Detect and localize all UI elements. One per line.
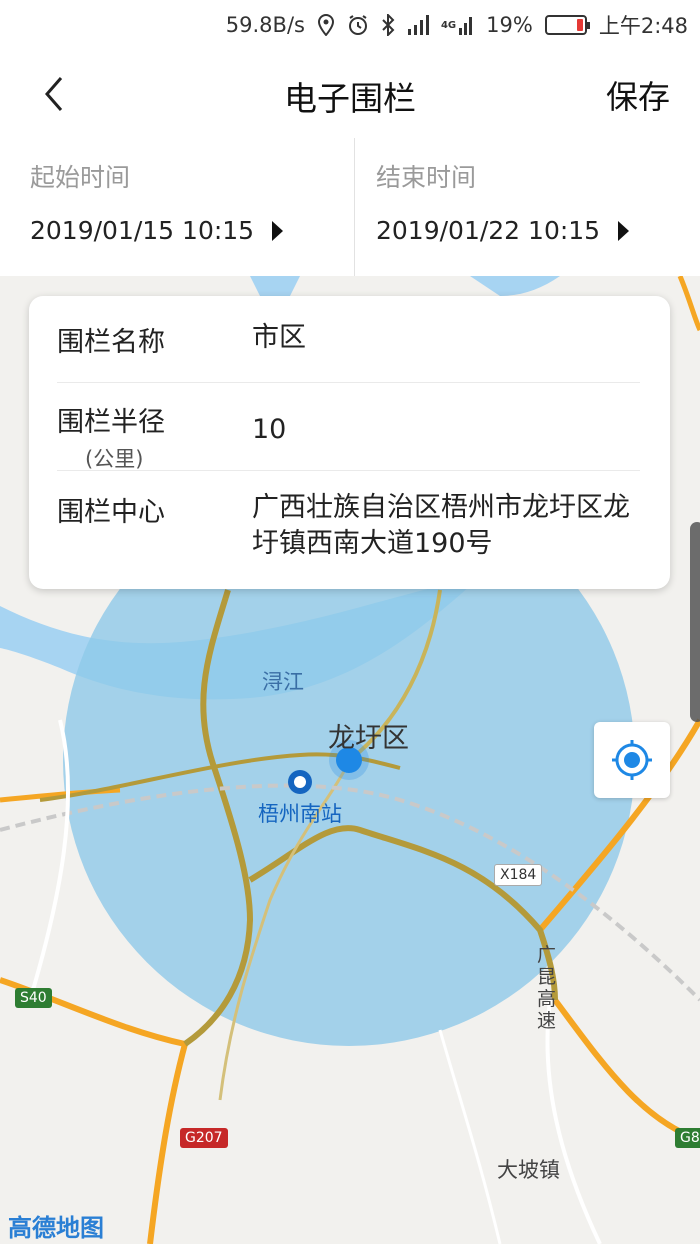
fence-radius-unit: (公里): [85, 447, 144, 471]
fence-center-value[interactable]: 广西壮族自治区梧州市龙圩区龙圩镇西南大道190号: [252, 490, 640, 562]
time-range: 起始时间 2019/01/15 10:15 结束时间 2019/01/22 10…: [0, 138, 700, 276]
river-label: 浔江: [262, 670, 304, 694]
alarm-icon: [347, 14, 369, 36]
road-badge-g8: G8: [675, 1128, 700, 1148]
fence-radius-label-block: 围栏半径 (公里): [57, 400, 252, 473]
fence-radius-label: 围栏半径: [57, 407, 165, 438]
start-time-value-row[interactable]: 2019/01/15 10:15: [30, 216, 354, 245]
locate-target-icon: [612, 740, 652, 780]
clock: 上午2:48: [598, 14, 688, 38]
start-time-label: 起始时间: [30, 163, 131, 192]
bluetooth-icon: [381, 14, 395, 36]
district-label: 龙圩区: [328, 723, 409, 754]
net-speed: 59.8B/s: [225, 13, 305, 37]
divider: [57, 382, 640, 383]
save-button[interactable]: 保存: [606, 72, 670, 118]
fence-center-row[interactable]: 围栏中心 广西壮族自治区梧州市龙圩区龙圩镇西南大道190号: [57, 490, 640, 562]
river-upper-right: [470, 276, 560, 296]
fence-name-value[interactable]: 市区: [252, 320, 640, 359]
signal-4g-label: 4G: [440, 19, 457, 31]
end-time-value-row[interactable]: 2019/01/22 10:15: [376, 216, 700, 245]
app-header: 电子围栏 保存: [0, 50, 700, 138]
start-time-picker[interactable]: 起始时间 2019/01/15 10:15: [0, 138, 354, 276]
map-provider-logo: 高德地图: [8, 1214, 104, 1242]
road-badge-x184: X184: [494, 864, 543, 886]
fence-center-label: 围栏中心: [57, 497, 165, 528]
signal-icon: [407, 14, 429, 36]
triangle-right-icon: [272, 220, 284, 241]
start-time-value: 2019/01/15 10:15: [30, 216, 255, 245]
fence-radius-value[interactable]: 10: [252, 400, 640, 473]
end-time-picker[interactable]: 结束时间 2019/01/22 10:15: [354, 138, 700, 276]
battery-icon: [544, 15, 590, 35]
station-marker-inner: [294, 776, 306, 788]
minor-road-3: [438, 1029, 502, 1244]
highway-ne: [677, 276, 700, 332]
triangle-right-icon: [618, 220, 630, 241]
road-badge-g207: G207: [180, 1128, 228, 1148]
locate-button[interactable]: [594, 722, 670, 798]
status-bar: 59.8B/s 4G 19% 上午2:48: [0, 0, 700, 50]
signal-4g-icon: 4G: [441, 14, 474, 36]
divider: [57, 470, 640, 471]
side-drawer-handle[interactable]: [690, 522, 700, 722]
fence-name-label: 围栏名称: [57, 327, 165, 358]
minor-road-2: [545, 999, 602, 1244]
end-time-label: 结束时间: [376, 163, 477, 192]
fence-radius-row[interactable]: 围栏半径 (公里) 10: [57, 400, 640, 473]
battery-fill: [576, 19, 583, 31]
battery-percent: 19%: [486, 13, 533, 37]
expressway-label: 广昆高速: [537, 944, 557, 1032]
page-title: 电子围栏: [284, 79, 416, 118]
highway-g8: [552, 998, 700, 1143]
minor-road: [28, 719, 71, 1001]
town-label: 大坡镇: [497, 1158, 560, 1182]
end-time-value: 2019/01/22 10:15: [376, 216, 601, 245]
location-icon: [317, 14, 335, 36]
station-label: 梧州南站: [258, 802, 342, 826]
fence-name-row[interactable]: 围栏名称 市区: [57, 320, 640, 359]
road-badge-s40: S40: [15, 988, 52, 1008]
fence-info-card: 围栏名称 市区 围栏半径 (公里) 10 围栏中心 广西壮族自治区梧州市龙圩区龙…: [29, 296, 670, 589]
